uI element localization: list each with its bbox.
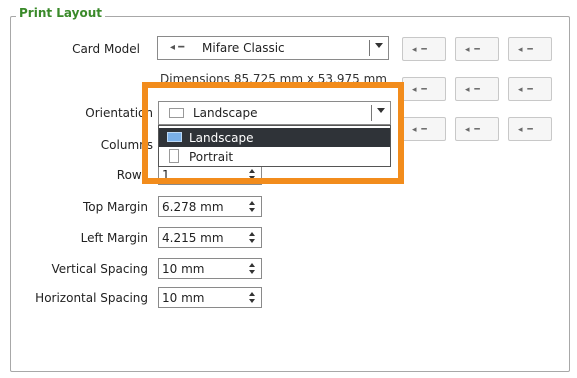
orange-highlight-box: [142, 82, 404, 184]
spin-up-icon[interactable]: [249, 232, 255, 236]
spin-down-icon[interactable]: [249, 208, 255, 212]
vertical-spacing-spinbox[interactable]: 10 mm: [158, 258, 262, 279]
top-margin-value: 6.278 mm: [162, 200, 224, 214]
card-align-icon: ◂ ━: [412, 85, 428, 95]
card-model-combo[interactable]: ◂ ━ Mifare Classic: [157, 36, 389, 60]
card-align-icon: ◂ ━: [465, 125, 481, 135]
spin-up-icon[interactable]: [249, 263, 255, 267]
dimensions-text: Dimensions 85.725 mm x 53.975 mm: [160, 72, 387, 82]
layout-option-button[interactable]: ◂ ━: [455, 37, 499, 61]
horizontal-spacing-value: 10 mm: [162, 291, 205, 305]
columns-label: Columns: [100, 138, 153, 152]
card-align-icon: ◂ ━: [465, 85, 481, 95]
top-margin-label: Top Margin: [82, 200, 148, 214]
spin-down-icon[interactable]: [249, 270, 255, 274]
chevron-down-icon: [375, 43, 383, 48]
card-model-value: Mifare Classic: [202, 41, 285, 55]
layout-option-button[interactable]: ◂ ━: [402, 117, 446, 141]
spin-up-icon[interactable]: [249, 292, 255, 296]
layout-option-button[interactable]: ◂ ━: [508, 77, 552, 101]
layout-option-button[interactable]: ◂ ━: [508, 117, 552, 141]
top-margin-spinbox[interactable]: 6.278 mm: [158, 196, 262, 217]
vertical-spacing-label: Vertical Spacing: [51, 262, 148, 276]
left-margin-label: Left Margin: [80, 231, 148, 245]
layout-option-button[interactable]: ◂ ━: [402, 77, 446, 101]
card-model-label: Card Model: [72, 42, 140, 56]
horizontal-spacing-label: Horizontal Spacing: [35, 291, 148, 305]
layout-option-button[interactable]: ◂ ━: [508, 37, 552, 61]
spin-down-icon[interactable]: [249, 299, 255, 303]
left-margin-value: 4.215 mm: [162, 231, 224, 245]
layout-option-button[interactable]: ◂ ━: [455, 77, 499, 101]
layout-option-button[interactable]: ◂ ━: [402, 37, 446, 61]
layout-option-button[interactable]: ◂ ━: [455, 117, 499, 141]
orientation-label: Orientation: [85, 106, 153, 120]
card-align-icon: ◂ ━: [412, 125, 428, 135]
card-chip-icon: ◂ ━: [170, 42, 185, 53]
horizontal-spacing-spinbox[interactable]: 10 mm: [158, 287, 262, 308]
card-align-icon: ◂ ━: [518, 125, 534, 135]
spin-down-icon[interactable]: [249, 239, 255, 243]
rows-label: Rows: [116, 168, 148, 182]
card-align-icon: ◂ ━: [518, 85, 534, 95]
card-align-icon: ◂ ━: [412, 45, 428, 55]
spin-up-icon[interactable]: [249, 201, 255, 205]
left-margin-spinbox[interactable]: 4.215 mm: [158, 227, 262, 248]
print-layout-group: [10, 16, 570, 372]
card-align-icon: ◂ ━: [465, 45, 481, 55]
group-title: Print Layout: [16, 6, 106, 20]
card-align-icon: ◂ ━: [518, 45, 534, 55]
vertical-spacing-value: 10 mm: [162, 262, 205, 276]
